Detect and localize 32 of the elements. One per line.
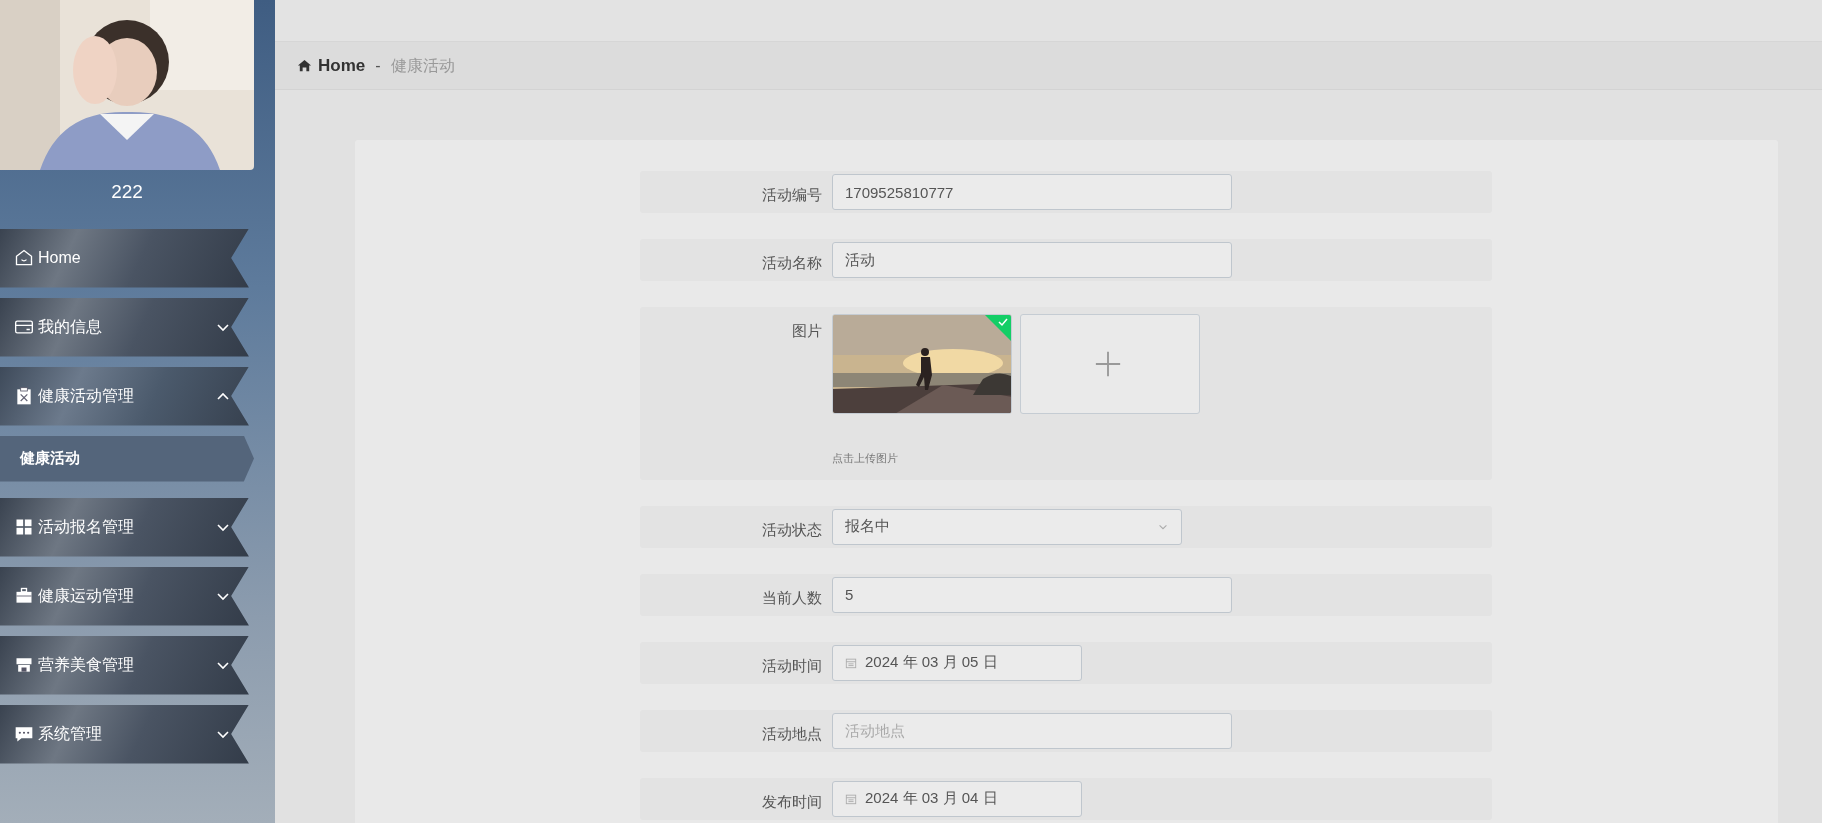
input-field[interactable]: 活动 <box>832 242 1232 278</box>
clipboard-icon <box>14 386 34 406</box>
plus-icon <box>1094 350 1122 378</box>
field-label: 图片 <box>791 321 823 341</box>
field-label: 活动地点 <box>761 723 823 744</box>
briefcase-icon <box>14 586 34 606</box>
field-label: 活动状态 <box>761 519 823 540</box>
calendar-icon <box>845 655 857 670</box>
field-label: 活动时间 <box>761 655 823 676</box>
home-icon <box>297 58 312 73</box>
select-field[interactable]: 报名中 <box>832 508 1182 545</box>
breadcrumb-home-link[interactable]: Home <box>297 52 366 79</box>
field-label: 活动名称 <box>761 253 823 273</box>
upload-hint: 点击上传图片 <box>832 451 899 466</box>
field-label: 当前人数 <box>761 587 823 608</box>
home-icon <box>14 248 34 268</box>
breadcrumb-current: 健康活动 <box>390 55 455 76</box>
input-field[interactable]: 1709525810777 <box>832 174 1232 210</box>
input-field[interactable]: 活动地点 <box>832 712 1232 749</box>
grid-icon <box>14 517 34 537</box>
store-icon <box>14 655 34 675</box>
date-field[interactable]: 2024 年 03 月 05 日 <box>832 644 1082 681</box>
field-label: 发布时间 <box>761 791 823 812</box>
username: 222 <box>110 180 144 204</box>
field-label: 活动编号 <box>761 185 823 205</box>
date-field[interactable]: 2024 年 03 月 04 日 <box>832 780 1082 817</box>
calendar-icon <box>845 791 857 806</box>
input-field[interactable]: 5 <box>832 576 1232 613</box>
submenu-item[interactable]: 健康活动 <box>0 435 254 482</box>
breadcrumb-separator: - <box>375 55 381 76</box>
upload-button[interactable] <box>1020 314 1200 414</box>
chat-icon <box>14 724 34 744</box>
